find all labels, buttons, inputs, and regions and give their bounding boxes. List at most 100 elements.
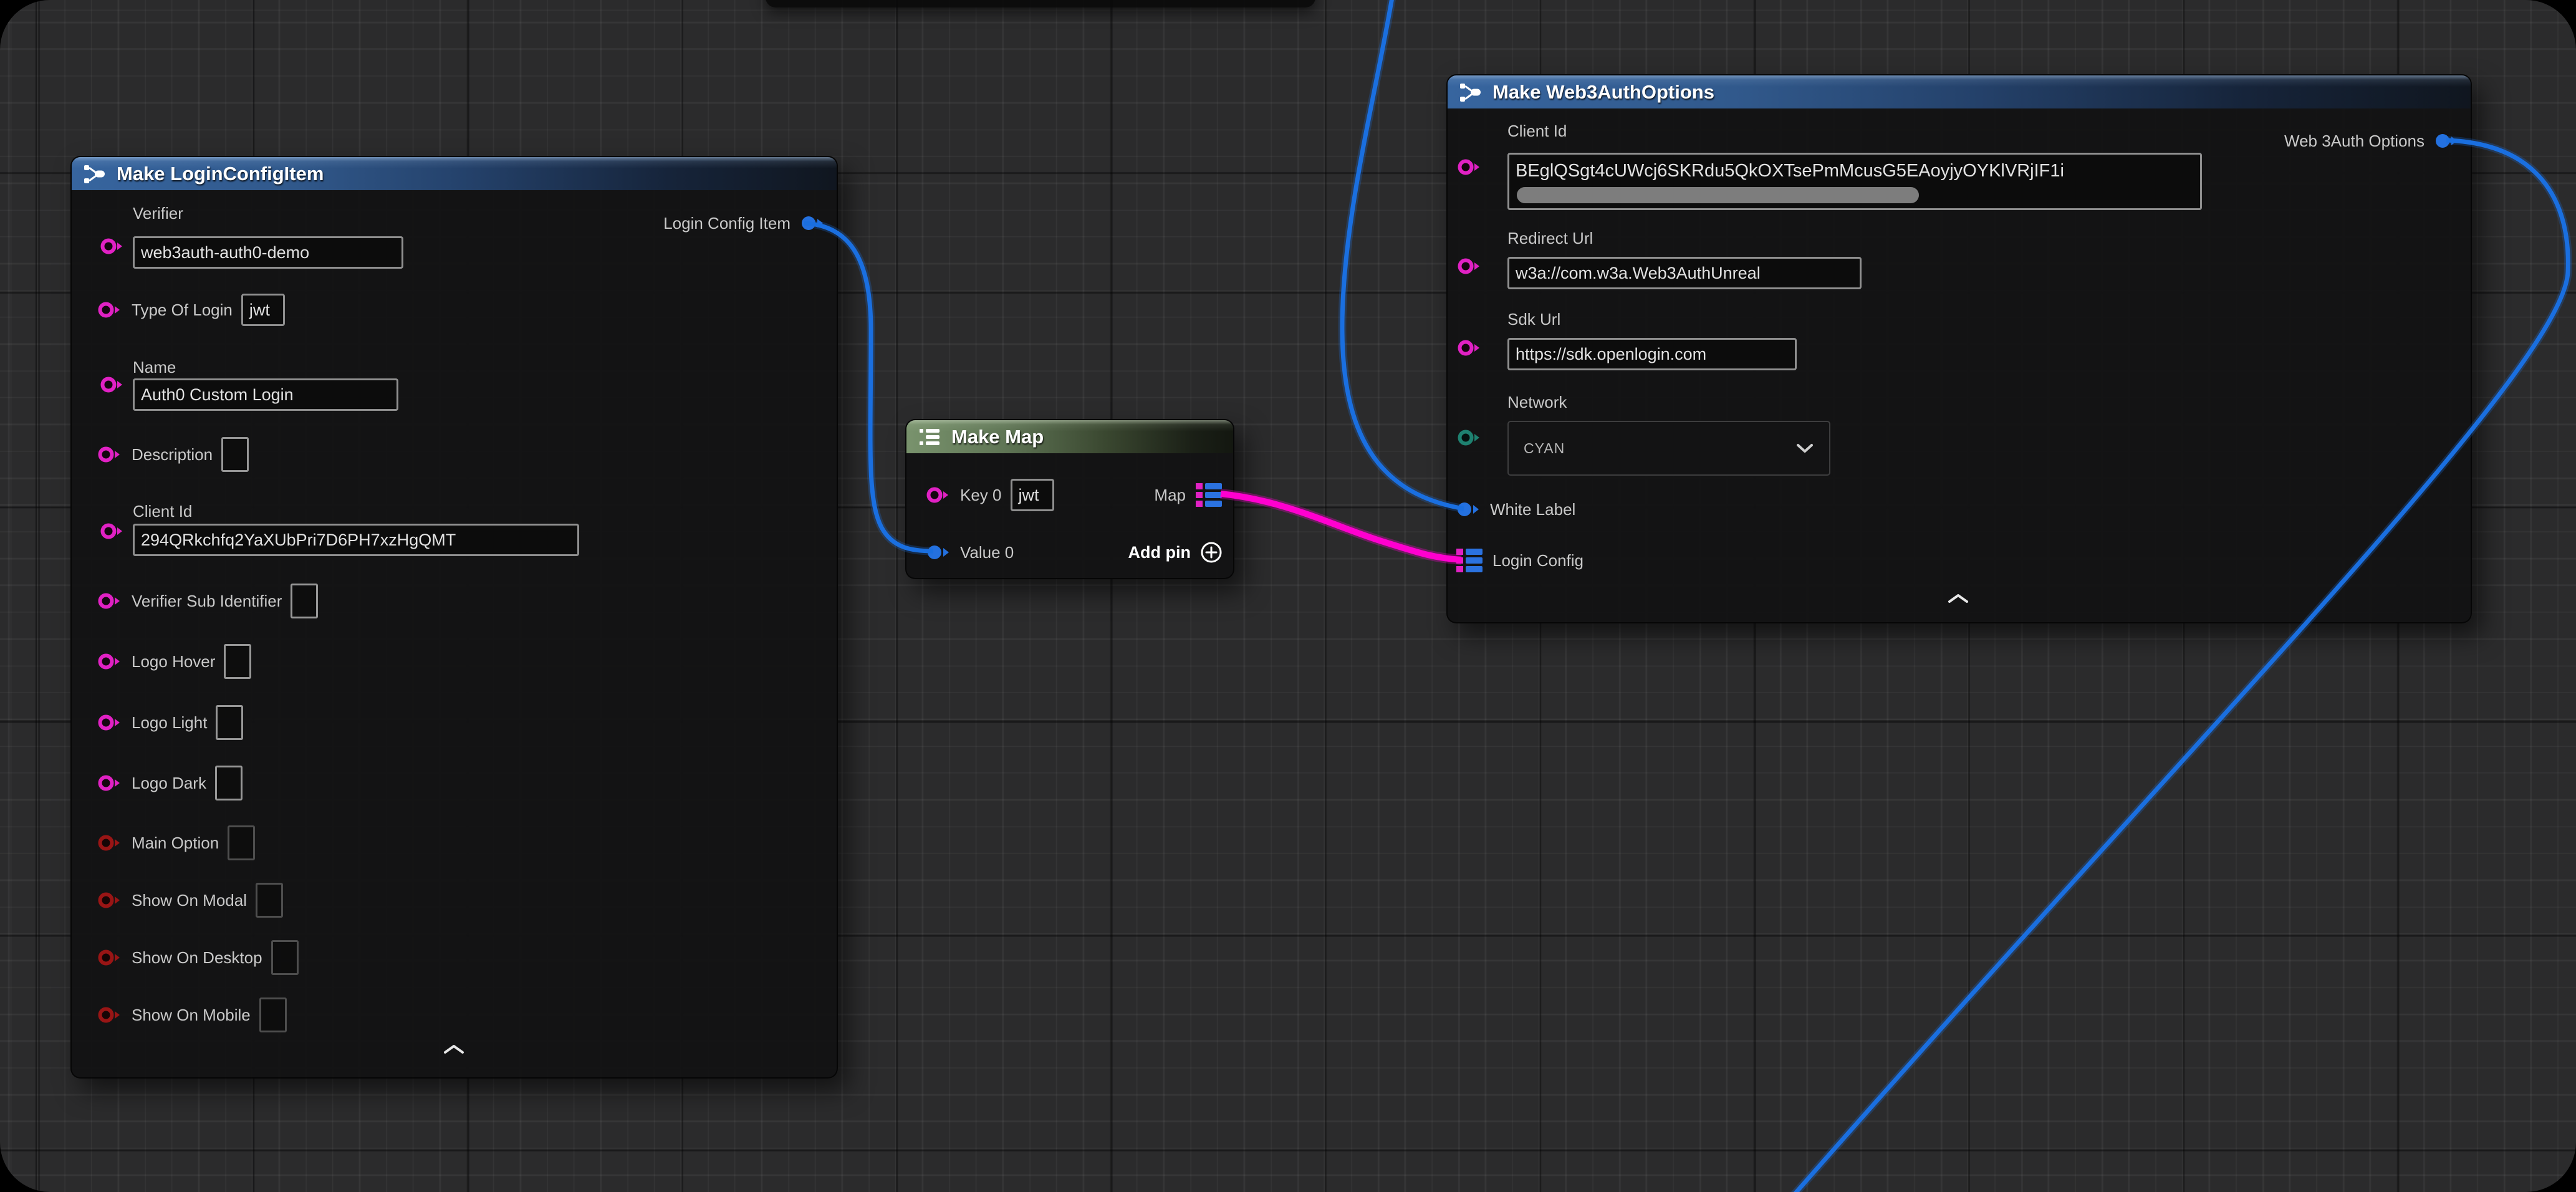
pin-row-main-option: Main Option [97,827,255,859]
sdk-url-input[interactable]: https://sdk.openlogin.com [1507,338,1797,370]
key-0-input[interactable]: jwt [1011,479,1054,511]
add-pin-icon[interactable] [1199,541,1223,564]
network-dropdown[interactable]: CYAN [1507,421,1830,476]
node-make-web3authoptions[interactable]: Make Web3AuthOptions Web 3Auth Options C… [1446,74,2472,623]
show-on-desktop-checkbox[interactable] [271,940,299,975]
pin-row-show-on-modal: Show On Modal [97,884,283,916]
string-pin[interactable] [1456,156,1483,178]
add-pin-row[interactable]: Add pin [1128,536,1223,569]
make-map-icon [916,424,943,450]
pin-row-show-on-desktop: Show On Desktop [97,941,299,974]
pin-row-logo-light: Logo Light [97,706,243,739]
pin-label: Show On Desktop [132,948,262,968]
wire-offscreen-to-white-label [1342,0,1464,509]
pin-label: Logo Light [132,713,207,733]
pin-row-logo-hover: Logo Hover [97,645,251,678]
client-id-input[interactable]: 294QRkchfq2YaXUbPri7D6PH7xzHgQMT [133,524,579,556]
offscreen-node-bottom-edge [766,0,1315,7]
map-output-pin[interactable] [1194,482,1223,508]
string-pin[interactable] [99,236,125,257]
client-id-input[interactable]: BEglQSgt4cUWcj6SKRdu5QkOXTsePmMcusG5EAoy… [1507,153,2202,210]
struct-input-pin[interactable] [1455,499,1481,520]
pin-label: Client Id [1507,122,1567,141]
verifier-input[interactable]: web3auth-auth0-demo [133,236,403,269]
bool-pin[interactable] [97,832,123,853]
make-struct-icon [82,161,108,187]
graph-canvas[interactable]: Make LoginConfigItem Login Config Item V… [0,0,2576,1192]
string-pin[interactable] [97,299,123,320]
pin-label: Logo Hover [132,652,215,671]
pin-row-verifier-sub-identifier: Verifier Sub Identifier [97,585,318,617]
pin-label: Key 0 [960,486,1002,505]
enum-pin[interactable] [1456,427,1483,448]
bool-pin[interactable] [97,947,123,968]
pin-label: Name [133,358,176,377]
horizontal-scrollbar[interactable] [1517,187,1919,203]
bool-pin[interactable] [97,890,123,911]
logo-dark-input[interactable] [215,766,243,800]
string-pin[interactable] [97,444,123,465]
pin-label: Network [1507,393,1567,412]
node-title: Make LoginConfigItem [117,163,324,185]
logo-hover-input[interactable] [224,644,251,679]
pin-row-map-out: Map [1154,479,1223,511]
string-pin[interactable] [1456,256,1483,277]
string-pin[interactable] [97,590,123,612]
pin-row-logo-dark: Logo Dark [97,767,243,799]
make-struct-icon [1458,79,1484,105]
wire-map-to-login-config [1221,494,1461,560]
redirect-url-input[interactable]: w3a://com.w3a.Web3AuthUnreal [1507,257,1862,289]
map-input-pin[interactable] [1455,547,1484,574]
pin-row-description: Description [97,438,249,471]
wire-glow [1342,0,1464,509]
pin-row-key-0: Key 0 jwt [925,479,1054,511]
node-header[interactable]: Make LoginConfigItem [72,157,837,190]
pin-label: White Label [1490,500,1575,519]
pin-label: Login Config Item [663,214,791,233]
node-header[interactable]: Make Map [906,420,1233,453]
string-pin[interactable] [97,651,123,672]
show-on-modal-checkbox[interactable] [256,883,283,918]
string-pin[interactable] [99,521,125,542]
logo-light-input[interactable] [216,705,243,740]
struct-input-pin[interactable] [925,542,951,563]
chevron-down-icon [1795,443,1814,454]
string-pin[interactable] [925,484,951,506]
collapse-chevron-icon[interactable] [440,1041,468,1057]
blueprint-editor: Make LoginConfigItem Login Config Item V… [0,0,2576,1192]
string-pin[interactable] [97,712,123,733]
main-option-checkbox[interactable] [228,825,255,860]
network-selected-value: CYAN [1524,440,1565,457]
verifier-sub-identifier-input[interactable] [291,584,318,618]
pin-label: Show On Mobile [132,1006,251,1025]
struct-output-pin[interactable] [2433,130,2459,151]
pin-row-login-config: Login Config [1455,544,1584,577]
node-make-loginconfigitem[interactable]: Make LoginConfigItem Login Config Item V… [70,156,838,1079]
pin-label: Value 0 [960,543,1014,562]
pin-row-type-of-login: Type Of Login jwt [97,294,285,326]
pin-label: Login Config [1492,551,1584,570]
node-header[interactable]: Make Web3AuthOptions [1448,75,2471,108]
description-input[interactable] [221,437,249,472]
node-title: Make Web3AuthOptions [1492,81,1714,103]
show-on-mobile-checkbox[interactable] [259,997,287,1032]
string-pin[interactable] [1456,337,1483,358]
pin-label: Main Option [132,834,219,853]
add-pin-label: Add pin [1128,543,1191,562]
pin-label: Web 3Auth Options [2284,132,2425,151]
pin-row-value-0: Value 0 [925,536,1014,569]
pin-label: Map [1154,486,1186,505]
bool-pin[interactable] [97,1004,123,1026]
pin-label: Verifier [133,204,183,223]
struct-output-pin[interactable] [799,213,825,234]
pin-row-show-on-mobile: Show On Mobile [97,999,287,1031]
name-input[interactable]: Auth0 Custom Login [133,378,398,411]
string-pin[interactable] [97,772,123,794]
node-make-map[interactable]: Make Map Key 0 jwt Map [905,419,1234,579]
collapse-chevron-icon[interactable] [1944,590,1973,607]
pin-label: Verifier Sub Identifier [132,592,282,611]
type-of-login-input[interactable]: jwt [241,294,285,326]
client-id-text: BEglQSgt4cUWcj6SKRdu5QkOXTsePmMcusG5EAoy… [1516,161,2064,181]
pin-label: Logo Dark [132,774,206,793]
string-pin[interactable] [99,374,125,395]
